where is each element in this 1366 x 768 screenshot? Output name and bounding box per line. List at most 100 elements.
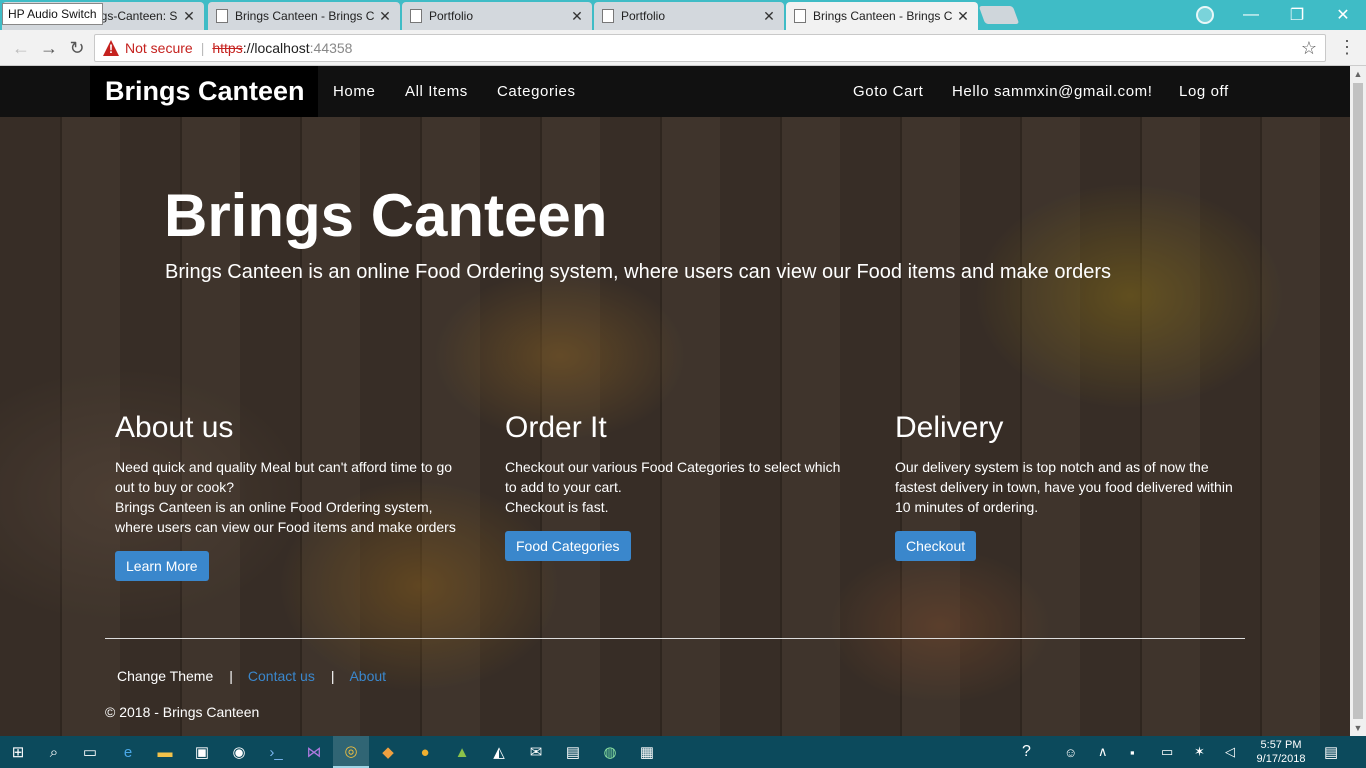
browser-tab-active[interactable]: Brings Canteen - Brings C ✕ [786,2,978,30]
tab-close-icon[interactable]: ✕ [956,8,970,25]
clock-time: 5:57 PM [1260,739,1302,751]
learn-more-button[interactable]: Learn More [115,551,209,581]
browser-tab-strip: ngs-Canteen: S ✕ HP Audio Switch Brings … [0,0,1366,30]
checkout-button[interactable]: Checkout [895,531,977,561]
tab-close-icon[interactable]: ✕ [182,8,196,25]
browser-menu-icon[interactable]: ⋮ [1337,37,1357,59]
footer-separator: | [229,668,233,684]
tab-close-icon[interactable]: ✕ [570,8,584,25]
globe-icon[interactable]: ◍ [592,736,628,768]
forward-button[interactable]: → [38,37,60,59]
scrollbar-thumb[interactable] [1353,83,1363,719]
tab-label: Portfolio [621,9,666,23]
tab-label: ngs-Canteen: S [94,9,178,23]
notifications-icon[interactable]: ▤ [1324,736,1338,768]
scroll-up-icon[interactable]: ▲ [1350,66,1366,82]
page-content: Brings Canteen Home All Items Categories… [0,66,1350,736]
section-text: Need quick and quality Meal but can't af… [115,459,453,495]
nav-home[interactable]: Home [333,66,375,117]
page-viewport: Brings Canteen Home All Items Categories… [0,66,1350,736]
nav-user-greeting[interactable]: Hello sammxin@gmail.com! [952,66,1153,117]
nav-log-off[interactable]: Log off [1179,66,1229,117]
git-icon[interactable]: ◆ [370,736,406,768]
storage-icon[interactable]: ▪ [1130,736,1135,768]
tab-close-icon[interactable]: ✕ [378,8,392,25]
tab-label: Brings Canteen - Brings C [235,9,375,23]
battery-icon[interactable]: ▭ [1161,736,1173,768]
media-icon[interactable]: ◉ [221,736,257,768]
document-icon[interactable]: ▤ [555,736,591,768]
tab-label: Portfolio [429,9,474,23]
page-scrollbar[interactable]: ▲ ▼ [1350,66,1366,736]
edge-icon[interactable]: e [110,736,146,768]
section-text: Checkout our various Food Categories to … [505,459,841,495]
mail-icon[interactable]: ✉ [518,736,554,768]
url-input[interactable]: ! Not secure | https ://localhost :44358… [94,34,1326,62]
powershell-icon[interactable]: ›_ [258,736,294,768]
android-icon[interactable]: ▲ [444,736,480,768]
hero-title: Brings Canteen [164,182,608,249]
change-theme-link[interactable]: Change Theme [117,668,213,684]
app-icon[interactable]: ● [407,736,443,768]
page-icon [410,9,422,23]
browser-tab[interactable]: Portfolio ✕ [594,2,784,30]
new-tab-button[interactable] [978,6,1020,24]
task-view-icon[interactable]: ▭ [72,736,108,768]
unity-icon[interactable]: ◭ [481,736,517,768]
scroll-down-icon[interactable]: ▼ [1350,720,1366,736]
contact-us-link[interactable]: Contact us [248,668,315,684]
url-host: ://localhost [242,40,310,56]
url-port: :44358 [309,40,353,56]
minimize-button[interactable]: — [1228,0,1274,30]
bookmark-star-icon[interactable]: ☆ [1301,38,1317,59]
search-icon[interactable]: ⌕ [36,736,72,768]
maximize-button[interactable]: ❐ [1274,0,1320,30]
section-heading: About us [115,411,234,444]
about-link[interactable]: About [349,668,386,684]
section-text: Checkout is fast. [505,499,609,515]
people-icon[interactable]: ☺ [1064,736,1077,768]
help-icon[interactable]: ? [1022,736,1031,768]
chevron-up-icon[interactable]: ∧ [1098,736,1108,768]
visual-studio-icon[interactable]: ⋈ [296,736,332,768]
url-protocol: https [212,40,243,56]
footer-divider [105,638,1245,639]
bluetooth-icon[interactable]: ✶ [1194,736,1205,768]
close-window-button[interactable]: ✕ [1320,0,1366,30]
chrome-icon[interactable]: ◎ [333,736,369,768]
address-toolbar: ← → ↻ ! Not secure | https ://localhost … [0,30,1366,66]
section-heading: Delivery [895,411,1004,444]
page-icon [794,9,806,23]
footer-separator: | [330,668,335,684]
site-navbar: Brings Canteen Home All Items Categories… [0,66,1350,117]
page-icon [602,9,614,23]
back-button[interactable]: ← [10,37,32,59]
clock-date: 9/17/2018 [1256,753,1306,765]
profile-icon[interactable] [1196,6,1214,24]
page-icon [216,9,228,23]
omnibox-separator: | [200,40,205,56]
nav-all-items[interactable]: All Items [405,66,468,117]
section-text: Our delivery system is top notch and as … [895,459,1233,515]
nav-goto-cart[interactable]: Goto Cart [853,66,923,117]
browser-tab[interactable]: Brings Canteen - Brings C ✕ [208,2,400,30]
site-brand[interactable]: Brings Canteen [90,66,318,117]
tab-close-icon[interactable]: ✕ [762,8,776,25]
reload-button[interactable]: ↻ [66,37,88,59]
section-heading: Order It [505,411,607,444]
delivery-section: Delivery Our delivery system is top notc… [895,411,1245,561]
hero-lead: Brings Canteen is an online Food Orderin… [165,261,1112,283]
food-categories-button[interactable]: Food Categories [505,531,631,561]
window-icon[interactable]: ▦ [629,736,665,768]
warning-icon: ! [103,40,119,56]
windows-start-icon[interactable]: ⊞ [0,736,36,768]
footer-links: Change Theme | Contact us | About [117,668,386,684]
nav-categories[interactable]: Categories [497,66,576,117]
browser-tab[interactable]: Portfolio ✕ [402,2,592,30]
security-label[interactable]: Not secure [125,40,193,56]
order-it-section: Order It Checkout our various Food Categ… [505,411,855,561]
file-explorer-icon[interactable]: ▬ [147,736,183,768]
system-clock[interactable]: 5:57 PM 9/17/2018 [1250,738,1312,766]
volume-icon[interactable]: ◁ [1225,736,1235,768]
store-icon[interactable]: ▣ [184,736,220,768]
